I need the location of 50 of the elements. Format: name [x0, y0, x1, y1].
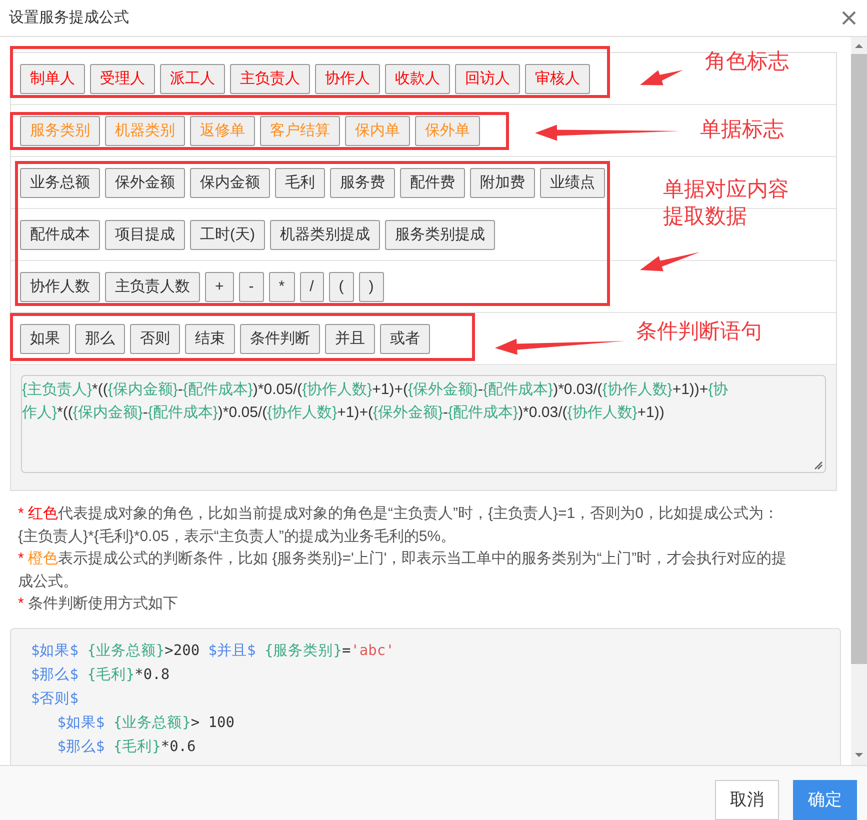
- close-icon[interactable]: [841, 10, 857, 26]
- token-button[interactable]: 机器类别提成: [270, 220, 380, 250]
- token-button[interactable]: 项目提成: [105, 220, 185, 250]
- note-text: * 条件判断使用方式如下: [18, 594, 180, 614]
- code-line: $如果$ {业务总额}> 100: [57, 714, 234, 732]
- annotation-arrow: [640, 70, 683, 86]
- code-line: $那么$ {毛利}*0.8: [31, 666, 170, 684]
- annotation-label: 单据标志: [700, 117, 784, 143]
- token-button[interactable]: ): [358, 272, 384, 302]
- token-button[interactable]: 服务类别提成: [385, 220, 495, 250]
- note-text: * 红色代表提成对象的角色，比如当前提成对象的角色是“主负责人”时，{主负责人}=1，否则为0，比如提成公式为：{主负责人}*{毛利}*0.05，表示“主负责人”的提成为业务毛利的5%。: [18, 504, 780, 546]
- note-text: * 橙色表示提成公式的判断条件，比如 {服务类别}='上门'，即表示当工单中的服务类别为“上门”时，才会执行对应的提成公式。: [18, 549, 788, 592]
- token-button[interactable]: 协作人数: [20, 272, 100, 302]
- token-button[interactable]: 附加费: [470, 168, 535, 198]
- resize-grip-icon[interactable]: [814, 461, 823, 470]
- token-button[interactable]: 服务费: [330, 168, 395, 198]
- token-button[interactable]: (: [328, 272, 354, 302]
- token-button[interactable]: -: [238, 272, 264, 302]
- token-button[interactable]: 配件费: [400, 168, 465, 198]
- annotation-label: 条件判断语句: [636, 319, 762, 345]
- token-button[interactable]: 业绩点: [540, 168, 605, 198]
- dialog-title: 设置服务提成公式: [9, 8, 129, 28]
- token-button[interactable]: 保内金额: [190, 168, 270, 198]
- code-line: $如果$ {业务总额}>200 $并且$ {服务类别}='abc': [31, 642, 394, 660]
- token-button[interactable]: /: [300, 272, 324, 302]
- token-button[interactable]: 主负责人数: [105, 272, 200, 302]
- token-button[interactable]: 并且: [325, 324, 375, 354]
- token-button[interactable]: 毛利: [275, 168, 325, 198]
- formula-editor[interactable]: {主负责人}*(({保内金额}-{配件成本})*0.05/({协作人数}+1)+({保外金额}-{配件成本})*0.03/({协作人数}+1))+{协作人}*(({保内金额}-{配件成本})*0.05/({协作人数}+1)+({保外金额}-{配件成本})*0.03/({协作人数}+1)): [21, 375, 826, 473]
- token-button[interactable]: +: [205, 272, 234, 302]
- token-button[interactable]: 条件判断: [240, 324, 320, 354]
- token-button[interactable]: 业务总额: [20, 168, 100, 198]
- token-button[interactable]: 工时(天): [190, 220, 265, 250]
- annotation-label: 角色标志: [705, 49, 789, 75]
- annotation-arrow: [640, 252, 700, 272]
- token-button[interactable]: 或者: [380, 324, 430, 354]
- token-button[interactable]: 如果: [20, 324, 70, 354]
- scrollbar[interactable]: [851, 37, 867, 765]
- token-button[interactable]: 否则: [130, 324, 180, 354]
- cancel-button[interactable]: 取消: [715, 780, 779, 820]
- scroll-down-icon[interactable]: [854, 750, 864, 760]
- code-line: $那么$ {毛利}*0.6: [57, 738, 196, 756]
- scroll-up-icon[interactable]: [854, 41, 864, 51]
- annotation-label: 单据对应内容 提取数据: [663, 177, 789, 230]
- token-button[interactable]: 结束: [185, 324, 235, 354]
- token-button[interactable]: 保外金额: [105, 168, 185, 198]
- token-button[interactable]: *: [268, 272, 295, 302]
- token-button[interactable]: 配件成本: [20, 220, 100, 250]
- code-line: $否则$: [31, 690, 78, 708]
- token-button[interactable]: 那么: [75, 324, 125, 354]
